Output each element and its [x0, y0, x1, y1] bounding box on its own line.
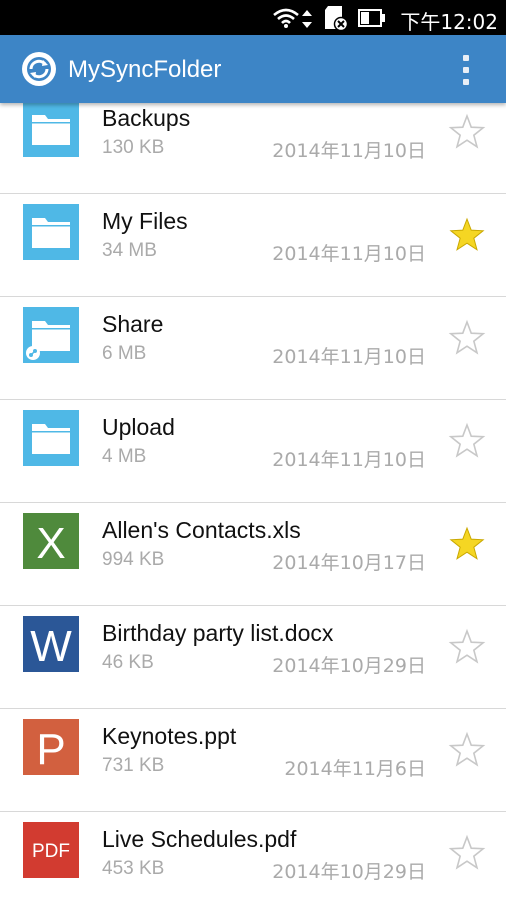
file-name: Share — [102, 311, 164, 337]
file-date: 2014年10月29日 — [272, 655, 426, 677]
star-outline-icon[interactable] — [448, 319, 486, 357]
file-date: 2014年11月10日 — [272, 346, 426, 368]
file-row[interactable]: W Birthday party list.docx 46 KB 2014年10月29… — [0, 606, 506, 709]
svg-text:W: W — [30, 622, 72, 671]
file-row[interactable]: P Keynotes.ppt 731 KB 2014年11月6日 — [0, 709, 506, 812]
file-date: 2014年10月17日 — [272, 552, 426, 574]
svg-text:PDF: PDF — [32, 841, 70, 862]
file-size: 731 KB — [102, 755, 165, 776]
file-size: 34 MB — [102, 240, 157, 261]
folder-icon — [23, 204, 79, 260]
star-outline-icon[interactable] — [448, 113, 486, 151]
file-date: 2014年11月10日 — [272, 243, 426, 265]
battery-icon — [358, 9, 385, 27]
file-row[interactable]: Backups 130 KB 2014年11月10日 — [0, 103, 506, 194]
file-row[interactable]: Share 6 MB 2014年11月10日 — [0, 297, 506, 400]
data-arrows-icon — [302, 10, 312, 28]
app-bar: MySyncFolder — [0, 35, 506, 103]
svg-text:P: P — [36, 725, 65, 774]
sync-logo-icon — [22, 52, 56, 86]
file-date: 2014年11月10日 — [272, 140, 426, 162]
file-name: Birthday party list.docx — [102, 620, 334, 646]
file-name: Upload — [102, 414, 175, 440]
folder-icon — [23, 103, 79, 157]
file-size: 130 KB — [102, 137, 165, 158]
sd-card-icon — [325, 6, 348, 31]
file-size: 994 KB — [102, 549, 165, 570]
star-filled-icon[interactable] — [448, 216, 486, 254]
file-name: Backups — [102, 105, 191, 131]
file-size: 453 KB — [102, 858, 165, 879]
file-name: Allen's Contacts.xls — [102, 517, 301, 543]
status-time: 下午12:02 — [400, 10, 498, 34]
file-size: 6 MB — [102, 343, 147, 364]
star-filled-icon[interactable] — [448, 525, 486, 563]
file-name: My Files — [102, 208, 188, 234]
app-title: MySyncFolder — [68, 56, 222, 83]
folder-icon — [23, 410, 79, 466]
svg-text:X: X — [36, 519, 65, 568]
powerpoint-file-icon: P — [23, 719, 79, 775]
star-outline-icon[interactable] — [448, 731, 486, 769]
wifi-icon — [273, 8, 299, 28]
file-row[interactable]: PDF Live Schedules.pdf 453 KB 2014年10月29日 — [0, 812, 506, 900]
file-size: 4 MB — [102, 446, 147, 467]
star-outline-icon[interactable] — [448, 628, 486, 666]
star-outline-icon[interactable] — [448, 422, 486, 460]
excel-file-icon: X — [23, 513, 79, 569]
word-file-icon: W — [23, 616, 79, 672]
file-list: Backups 130 KB 2014年11月10日 My Files 34 MB 201… — [0, 103, 506, 900]
file-size: 46 KB — [102, 652, 154, 673]
shared-folder-icon — [23, 307, 79, 363]
file-name: Live Schedules.pdf — [102, 826, 297, 852]
file-row[interactable]: Upload 4 MB 2014年11月10日 — [0, 400, 506, 503]
star-outline-icon[interactable] — [448, 834, 486, 872]
file-date: 2014年10月29日 — [272, 861, 426, 883]
file-row[interactable]: My Files 34 MB 2014年11月10日 — [0, 194, 506, 297]
pdf-file-icon: PDF — [23, 822, 79, 878]
file-row[interactable]: X Allen's Contacts.xls 994 KB 2014年10月17日 — [0, 503, 506, 606]
file-name: Keynotes.ppt — [102, 723, 237, 749]
file-date: 2014年11月10日 — [272, 449, 426, 471]
file-date: 2014年11月6日 — [284, 758, 426, 780]
status-bar: 下午12:02 — [0, 0, 506, 35]
overflow-menu-icon[interactable] — [456, 53, 476, 87]
